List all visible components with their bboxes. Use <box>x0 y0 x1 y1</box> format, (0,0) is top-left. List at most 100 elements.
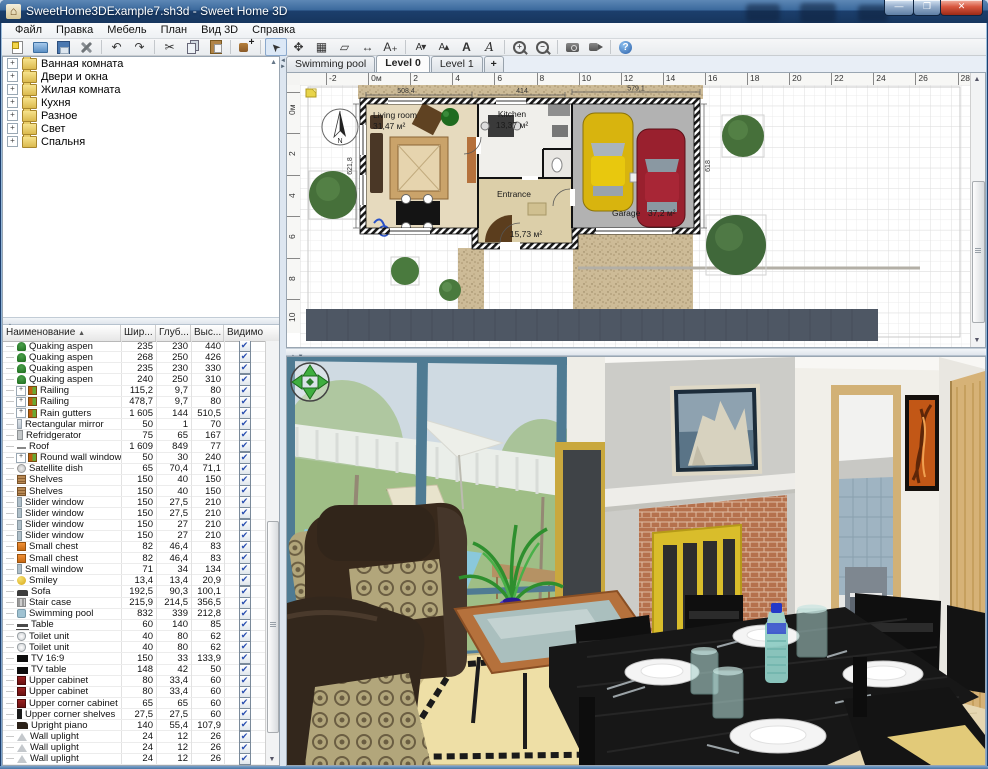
close-button[interactable]: ✕ <box>940 0 983 16</box>
yellow-car[interactable] <box>583 113 633 211</box>
railing-icon <box>28 397 37 406</box>
copy-button[interactable] <box>182 38 204 56</box>
catalog-category-5[interactable]: +Свет <box>3 122 279 135</box>
create-dimensions-tool-button[interactable]: ↔ <box>357 38 379 56</box>
expand-icon[interactable]: + <box>16 397 26 407</box>
decrease-text-size-button[interactable]: A▾ <box>410 38 432 56</box>
help-button[interactable] <box>615 38 637 56</box>
menu-item-4[interactable]: Вид 3D <box>194 23 245 38</box>
level-tab-0[interactable]: Swimming pool <box>286 56 375 72</box>
zoom-out-button[interactable] <box>532 38 554 56</box>
plan-3d-splitter[interactable]: ▲ ▼ <box>286 348 986 356</box>
furniture-name: Upright piano <box>31 720 88 730</box>
column-header-name[interactable]: Наименование ▲ <box>3 325 121 341</box>
ruler-tick: 0м <box>287 92 300 103</box>
scrollbar-thumb[interactable] <box>972 181 985 323</box>
view-3d[interactable] <box>286 356 986 766</box>
undo-button[interactable]: ↶ <box>106 38 128 56</box>
scroll-down-icon[interactable]: ▼ <box>971 335 983 346</box>
level-tab-2[interactable]: Level 1 <box>431 56 483 72</box>
toolbar-separator <box>557 40 558 54</box>
expand-icon[interactable]: + <box>7 97 18 108</box>
catalog-category-1[interactable]: +Двери и окна <box>3 70 279 83</box>
depth-value: 46,4 <box>157 553 192 564</box>
view-3d-canvas[interactable] <box>287 357 985 765</box>
create-rooms-tool-button[interactable]: ▱ <box>334 38 356 56</box>
plan-note-icon[interactable] <box>306 89 316 97</box>
plan-canvas[interactable]: 508,4 414 579,1 621,8 618 N Living room <box>300 85 972 347</box>
expand-icon[interactable]: + <box>16 408 26 418</box>
folder-icon <box>22 136 37 148</box>
visible-checkbox[interactable]: ✔ <box>239 753 251 765</box>
height-value: 26 <box>192 742 225 753</box>
tree-scroll-up-icon[interactable]: ▲ <box>270 59 277 66</box>
depth-value: 250 <box>157 374 192 385</box>
dimension-label: 618 <box>705 160 712 172</box>
expand-icon[interactable]: + <box>7 58 18 69</box>
table-row[interactable]: Wall uplight241226✔ <box>3 754 266 765</box>
chest-icon <box>17 554 26 563</box>
cut-button[interactable]: ✂ <box>159 38 181 56</box>
menu-item-0[interactable]: Файл <box>8 23 49 38</box>
menu-item-2[interactable]: Мебель <box>100 23 153 38</box>
plan-vertical-scrollbar[interactable]: ▲ ▼ <box>970 73 985 347</box>
save-button[interactable] <box>53 38 75 56</box>
expand-icon[interactable]: + <box>7 110 18 121</box>
title-bar[interactable]: ⌂ SweetHome3DExample7.sh3d - Sweet Home … <box>0 0 988 23</box>
catalog-category-2[interactable]: +Жилая комната <box>3 83 279 96</box>
pan-tool-button[interactable]: ✥ <box>288 38 310 56</box>
create-walls-tool-button[interactable]: ▦ <box>311 38 333 56</box>
preferences-button[interactable] <box>76 38 98 56</box>
catalog-category-6[interactable]: +Спальня <box>3 135 279 148</box>
catalog-category-3[interactable]: +Кухня <box>3 96 279 109</box>
menu-item-1[interactable]: Правка <box>49 23 100 38</box>
new-home-button[interactable] <box>7 38 29 56</box>
redo-button[interactable]: ↷ <box>129 38 151 56</box>
furniture-table-scrollbar[interactable]: ▼ <box>265 341 279 765</box>
column-header-visible[interactable]: Видимо... <box>224 325 263 341</box>
compass-icon[interactable]: N <box>322 109 358 145</box>
create-video-button[interactable] <box>585 38 607 56</box>
maximize-button[interactable]: ❐ <box>913 0 941 16</box>
aspen-icon <box>17 353 26 362</box>
select-tool-button[interactable]: ➤ <box>265 38 287 56</box>
column-header-width[interactable]: Шир... <box>121 325 156 341</box>
create-photo-button[interactable] <box>562 38 584 56</box>
level-tab-1[interactable]: Level 0 <box>376 55 430 72</box>
column-header-depth[interactable]: Глуб... <box>156 325 191 341</box>
expand-icon[interactable]: + <box>7 123 18 134</box>
scroll-down-icon[interactable]: ▼ <box>266 754 278 765</box>
furniture-name: Small window <box>25 564 83 574</box>
open-button[interactable] <box>30 38 52 56</box>
expand-icon[interactable]: + <box>7 71 18 82</box>
add-level-tab[interactable]: + <box>484 56 504 72</box>
plan-view[interactable]: -20м246810121416182022242628 0м246810 <box>286 72 986 348</box>
catalog-category-0[interactable]: +Ванная комната <box>3 57 279 70</box>
scrollbar-thumb[interactable] <box>267 521 279 733</box>
roof-icon <box>17 447 26 449</box>
toggle-bold-button[interactable]: A <box>456 38 478 56</box>
furniture-table-header[interactable]: Наименование ▲ Шир... Глуб... Выс... Вид… <box>3 325 279 342</box>
increase-text-size-button[interactable]: A▴ <box>433 38 455 56</box>
toggle-italic-button[interactable]: A <box>479 38 501 56</box>
column-header-height[interactable]: Выс... <box>191 325 224 341</box>
zoom-in-button[interactable] <box>509 38 531 56</box>
furniture-name: Shelves <box>29 486 63 496</box>
paste-button[interactable] <box>205 38 227 56</box>
menu-item-5[interactable]: Справка <box>245 23 302 38</box>
minimize-button[interactable]: — <box>884 0 914 16</box>
height-value: 26 <box>192 731 225 742</box>
scroll-up-icon[interactable]: ▲ <box>971 74 983 85</box>
furniture-name: Slider window <box>25 508 84 518</box>
add-furniture-button[interactable] <box>235 38 257 56</box>
catalog-category-4[interactable]: +Разное <box>3 109 279 122</box>
svg-text:Kitchen: Kitchen <box>498 109 527 119</box>
menu-item-3[interactable]: План <box>154 23 195 38</box>
catalog-table-splitter[interactable]: ▲▼ <box>3 317 279 325</box>
expand-icon[interactable]: + <box>7 136 18 147</box>
add-text-tool-button[interactable]: A₊ <box>380 38 402 56</box>
expand-icon[interactable]: + <box>16 386 26 396</box>
3d-navigation-control[interactable] <box>291 363 329 401</box>
expand-icon[interactable]: + <box>16 453 26 463</box>
expand-icon[interactable]: + <box>7 84 18 95</box>
